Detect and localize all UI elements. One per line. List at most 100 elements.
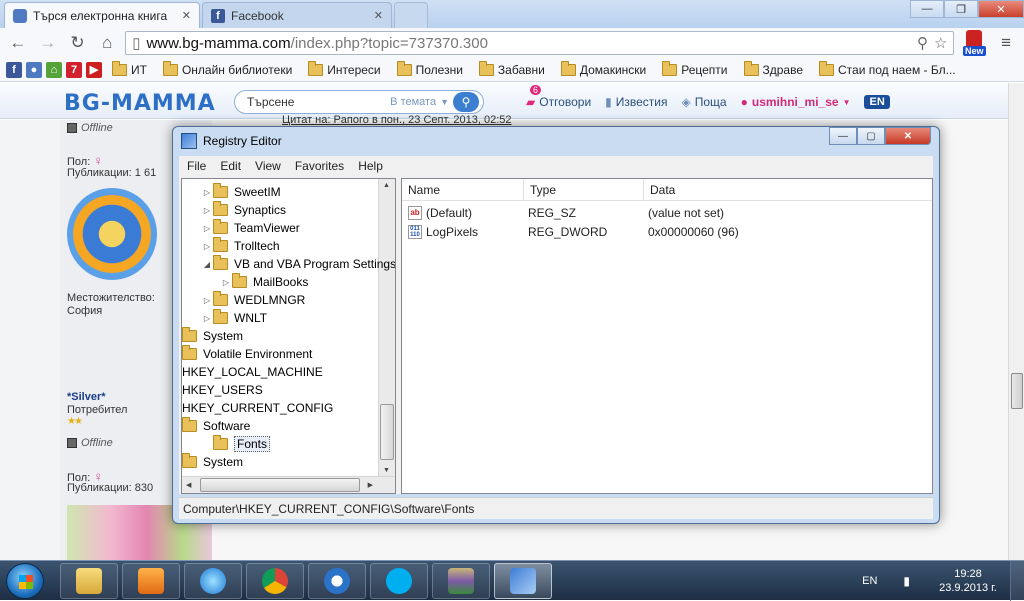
tree-node[interactable]: ▷ Trolltech [201,237,280,255]
site-search-box[interactable]: Търсене В темата ▼ ⚲ [234,90,484,114]
chevron-down-icon[interactable]: ▼ [440,97,449,107]
column-name[interactable]: Name [402,179,524,201]
new-tab-button[interactable] [394,2,428,28]
minimize-icon[interactable]: — [829,127,857,145]
menu-favorites[interactable]: Favorites [289,159,350,173]
home-bookmark-icon[interactable]: ⌂ [46,61,62,78]
bookmark-folder[interactable]: Рецепти [656,60,733,77]
search-icon[interactable]: ⚲ [917,34,928,52]
scroll-right-icon[interactable]: ▶ [368,481,373,489]
mail-link[interactable]: ◈ Поща [682,95,727,109]
tab-facebook[interactable]: f Facebook ✕ [202,2,392,28]
tree-node[interactable]: HKEY_USERS [182,381,263,399]
close-icon[interactable]: ✕ [885,127,931,145]
site-logo[interactable]: BG-MAMMA [64,91,216,116]
input-language[interactable]: EN [862,575,877,587]
expand-arrow-icon[interactable]: ▷ [201,224,213,233]
column-data[interactable]: Data [644,179,932,201]
scroll-up-icon[interactable]: ▲ [383,182,390,189]
tree-node[interactable]: Fonts [201,435,271,453]
scrollbar-thumb[interactable] [1011,373,1023,409]
menu-file[interactable]: File [181,159,212,173]
scrollbar-thumb[interactable] [200,478,360,492]
clock[interactable]: 19:28 23.9.2013 г. [926,567,1010,595]
tree-node[interactable]: ▷ TeamViewer [201,219,300,237]
taskbar-file-explorer[interactable] [60,563,118,599]
tree-node[interactable]: HKEY_LOCAL_MACHINE [182,363,323,381]
expand-arrow-icon[interactable]: ▷ [201,296,213,305]
expand-arrow-icon[interactable]: ▷ [201,206,213,215]
menu-edit[interactable]: Edit [214,159,247,173]
bookmark-folder[interactable]: Онлайн библиотеки [157,60,298,77]
list-item[interactable]: 011 110 LogPixels REG_DWORD 0x00000060 (96… [402,222,739,241]
taskbar-skype[interactable] [370,563,428,599]
extension-new-icon[interactable]: New [960,30,988,56]
list-item[interactable]: ab (Default) REG_SZ (value not set) [402,203,724,222]
bg-mamma-bookmark-icon[interactable]: ● [26,61,42,78]
tree-node[interactable]: System [182,327,243,345]
maximize-icon[interactable]: ❐ [944,0,978,18]
menu-help[interactable]: Help [352,159,389,173]
tab-close-icon[interactable]: ✕ [374,9,383,22]
expand-arrow-icon[interactable]: ▷ [201,242,213,251]
facebook-bookmark-icon[interactable]: f [6,61,22,78]
tree-node[interactable]: System [182,453,243,471]
taskbar-media-player[interactable] [122,563,180,599]
user-menu[interactable]: ● usmihni_mi_se ▼ [741,95,851,109]
start-button[interactable] [6,563,44,599]
taskbar-chrome[interactable] [246,563,304,599]
tab-close-icon[interactable]: ✕ [182,9,191,22]
forward-arrow-icon[interactable]: → [36,31,60,55]
expand-arrow-icon[interactable]: ◢ [201,260,213,269]
expand-arrow-icon[interactable]: ▷ [201,188,213,197]
tree-node[interactable]: ▷ WEDLMNGR [201,291,305,309]
close-icon[interactable]: ✕ [978,0,1024,18]
search-input[interactable]: Търсене [247,95,390,109]
bookmark-folder[interactable]: Полезни [391,60,469,77]
bookmark-folder[interactable]: Интереси [302,60,386,77]
maximize-icon[interactable]: ▢ [857,127,885,145]
back-arrow-icon[interactable]: ← [6,31,30,55]
scrollbar-thumb[interactable] [380,404,394,460]
home-icon[interactable]: ⌂ [95,31,119,55]
reload-icon[interactable]: ↻ [66,31,90,55]
expand-arrow-icon[interactable]: ▷ [201,314,213,323]
tree-node[interactable]: HKEY_CURRENT_CONFIG [182,399,333,417]
youtube-bookmark-icon[interactable]: ▶ [86,61,102,78]
bookmark-folder[interactable]: ИТ [106,60,153,77]
tree-node[interactable]: ▷ MailBooks [220,273,308,291]
tree-node[interactable]: ◢ VB and VBA Program Settings [201,255,395,273]
expand-arrow-icon[interactable]: ▷ [220,278,232,287]
taskbar-registry-editor[interactable] [494,563,552,599]
column-type[interactable]: Type [524,179,644,201]
page-scrollbar[interactable] [1008,83,1024,560]
bookmark-folder[interactable]: Забавни [473,60,551,77]
tree-horizontal-scrollbar[interactable]: ◀ ▶ [182,476,395,493]
quote-link[interactable]: Цитат на: Paпого в пон., 23 Септ. 2013, … [282,114,512,126]
seven-bookmark-icon[interactable]: 7 [66,61,82,78]
menu-view[interactable]: View [249,159,287,173]
address-bar[interactable]: ▯ www.bg-mamma.com/index.php?topic=73737… [125,31,955,55]
search-scope[interactable]: В темата [390,96,436,108]
tree-node[interactable]: Volatile Environment [182,345,312,363]
taskbar-internet-explorer[interactable] [184,563,242,599]
scroll-left-icon[interactable]: ◀ [186,481,191,489]
avatar[interactable] [67,188,157,280]
author-name[interactable]: *Silver* [67,391,106,403]
menu-icon[interactable]: ≡ [994,31,1018,55]
news-link[interactable]: ▮ Известия [605,95,667,109]
language-button[interactable]: EN [864,95,890,109]
tree-vertical-scrollbar[interactable]: ▲ ▼ [378,179,395,477]
replies-link[interactable]: 6 ▰ Отговори [526,85,591,109]
tree-node[interactable]: ▷ WNLT [201,309,267,327]
taskbar-winrar[interactable] [432,563,490,599]
tab-bg-mamma[interactable]: Търся електронна книга ✕ [4,2,200,28]
bookmark-folder[interactable]: Стаи под наем - Бл... [813,60,962,77]
search-icon[interactable]: ⚲ [453,92,479,112]
tree-node[interactable]: Software [182,417,250,435]
tree-node[interactable]: ▷ SweetIM [201,183,281,201]
minimize-icon[interactable]: — [910,0,944,18]
bookmark-folder[interactable]: Здраве [738,60,810,77]
scroll-down-icon[interactable]: ▼ [383,467,390,474]
tree-node[interactable]: ▷ Synaptics [201,201,286,219]
